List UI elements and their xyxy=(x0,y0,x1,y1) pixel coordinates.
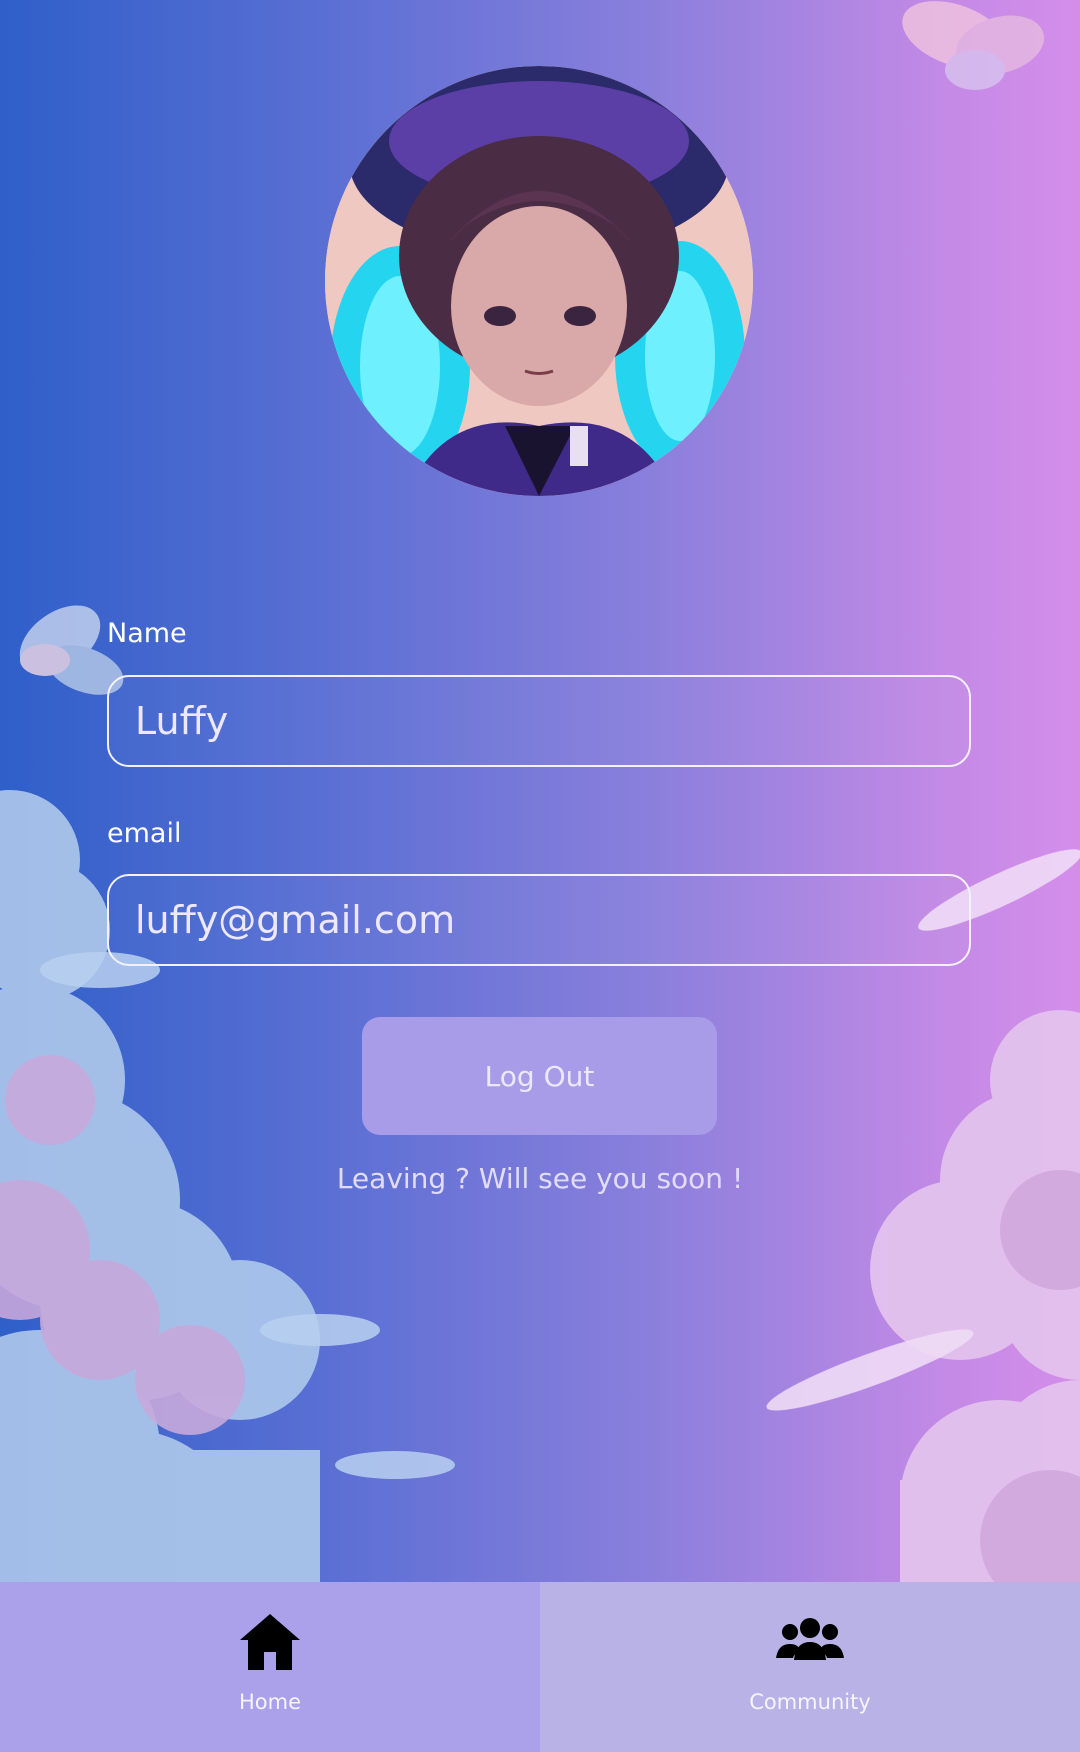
profile-screen: Name Luffy email luffy@gmail.com Log Out… xyxy=(0,0,1080,1752)
nav-item-community[interactable]: Community xyxy=(540,1582,1080,1752)
home-icon xyxy=(240,1614,300,1670)
logout-button-label: Log Out xyxy=(484,1059,595,1093)
email-label: email xyxy=(107,818,182,849)
nav-item-home[interactable]: Home xyxy=(0,1582,540,1752)
nav-label-home: Home xyxy=(238,1690,301,1714)
name-input-value: Luffy xyxy=(135,699,229,743)
bottom-nav: Home Community xyxy=(0,1582,1080,1752)
name-input[interactable]: Luffy xyxy=(107,675,971,767)
butterfly-icon xyxy=(902,1,1045,90)
email-input-value: luffy@gmail.com xyxy=(135,898,456,942)
group-icon xyxy=(776,1618,844,1660)
nav-label-community: Community xyxy=(749,1690,871,1714)
anime-avatar-icon xyxy=(325,66,753,496)
profile-avatar[interactable] xyxy=(325,66,753,496)
name-label: Name xyxy=(107,618,187,649)
logout-button[interactable]: Log Out xyxy=(362,1017,717,1135)
email-input[interactable]: luffy@gmail.com xyxy=(107,874,971,966)
farewell-message: Leaving ? Will see you soon ! xyxy=(336,1162,744,1195)
